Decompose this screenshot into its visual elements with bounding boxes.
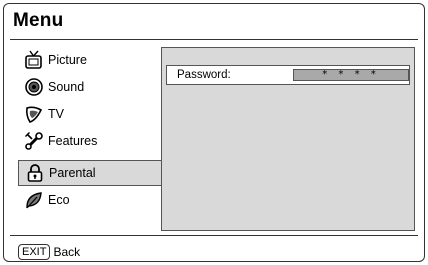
wrench-icon xyxy=(24,131,44,151)
footer-divider xyxy=(10,235,418,236)
menu-item-sound[interactable]: Sound xyxy=(18,74,161,100)
parental-panel: Password: * * * * xyxy=(161,47,415,231)
tv-icon xyxy=(24,50,44,70)
menu-item-label: Sound xyxy=(48,80,85,94)
menu-window: Menu Picture Sound TV Features Parental … xyxy=(3,3,425,262)
menu-item-picture[interactable]: Picture xyxy=(18,47,161,73)
menu-list: Picture Sound TV Features Parental Eco xyxy=(18,47,161,230)
exit-key-badge[interactable]: EXIT xyxy=(18,244,51,260)
menu-item-label: Eco xyxy=(48,193,70,207)
satellite-dish-icon xyxy=(24,104,44,124)
menu-item-features[interactable]: Features xyxy=(18,128,161,154)
title-divider xyxy=(10,39,418,40)
menu-item-label: Parental xyxy=(49,166,96,180)
leaf-icon xyxy=(24,190,44,210)
page-title: Menu xyxy=(13,10,64,31)
menu-item-parental[interactable]: Parental xyxy=(18,160,161,186)
menu-item-label: TV xyxy=(48,107,64,121)
back-label: Back xyxy=(53,245,81,259)
menu-item-label: Picture xyxy=(48,53,87,67)
footer-hint: EXIT Back xyxy=(18,244,80,260)
padlock-icon xyxy=(25,163,45,183)
speaker-icon xyxy=(24,77,44,97)
password-label: Password: xyxy=(177,69,231,81)
password-field[interactable]: * * * * xyxy=(293,69,409,81)
menu-item-eco[interactable]: Eco xyxy=(18,187,161,213)
menu-item-label: Features xyxy=(48,134,98,148)
menu-item-tv[interactable]: TV xyxy=(18,101,161,127)
password-row[interactable]: Password: * * * * xyxy=(166,65,410,85)
